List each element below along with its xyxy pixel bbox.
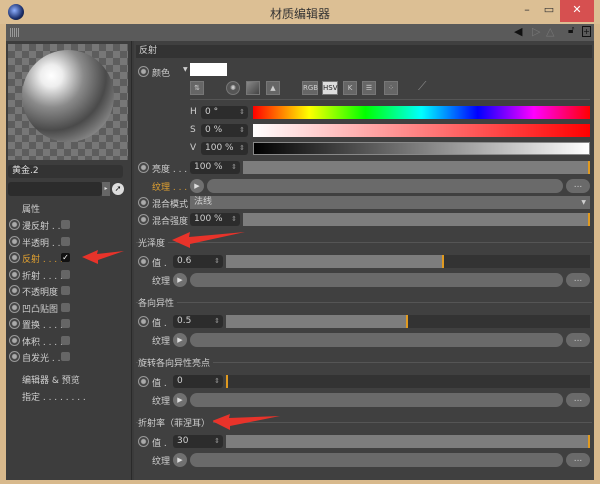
annotation-arrows — [82, 232, 280, 430]
arrow-fresnel — [212, 414, 280, 430]
section-title: 旋转各向异性亮点 — [138, 356, 214, 369]
section-title: 光泽度 — [138, 236, 169, 249]
section-title: 各向异性 — [138, 296, 178, 309]
section-title: 折射率（菲涅耳） — [138, 416, 214, 429]
arrow-glossiness — [172, 232, 245, 248]
arrow-reflection — [82, 250, 124, 264]
